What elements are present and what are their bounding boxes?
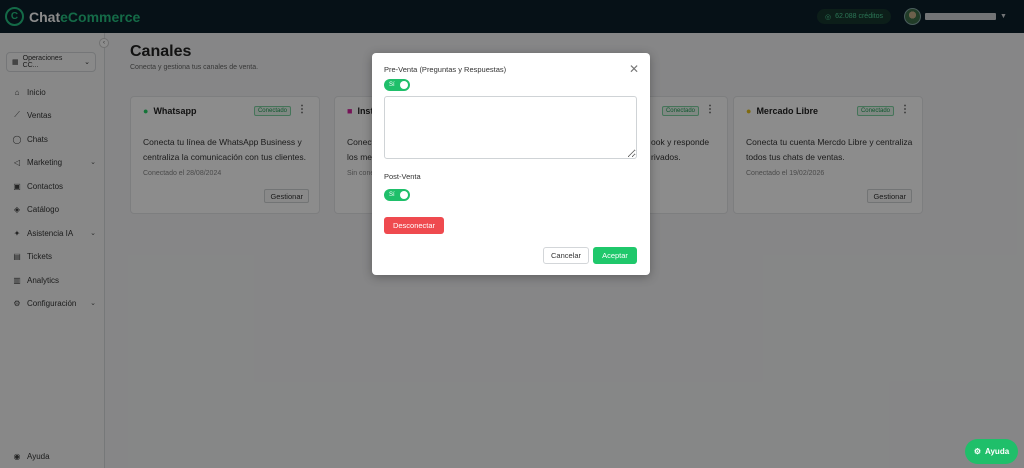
postventa-toggle[interactable]: Sí [384,189,410,201]
help-button-label: Ayuda [985,447,1010,456]
preventa-textarea[interactable] [384,96,637,159]
toggle-label: Sí [389,82,395,88]
preventa-label: Pre-Venta (Preguntas y Respuestas) [384,65,507,74]
accept-button[interactable]: Aceptar [593,247,637,264]
gear-icon: ⚙ [973,447,981,456]
postventa-label: Post-Venta [384,172,421,181]
toggle-label: Sí [389,192,395,198]
close-icon[interactable]: ✕ [629,63,639,75]
preventa-toggle[interactable]: Sí [384,79,410,91]
toggle-knob [400,81,408,89]
floating-help-button[interactable]: ⚙ Ayuda [965,439,1018,464]
toggle-knob [400,191,408,199]
cancel-button[interactable]: Cancelar [543,247,589,264]
channel-settings-modal: Pre-Venta (Preguntas y Respuestas) ✕ Sí … [372,53,650,275]
disconnect-button[interactable]: Desconectar [384,217,444,234]
